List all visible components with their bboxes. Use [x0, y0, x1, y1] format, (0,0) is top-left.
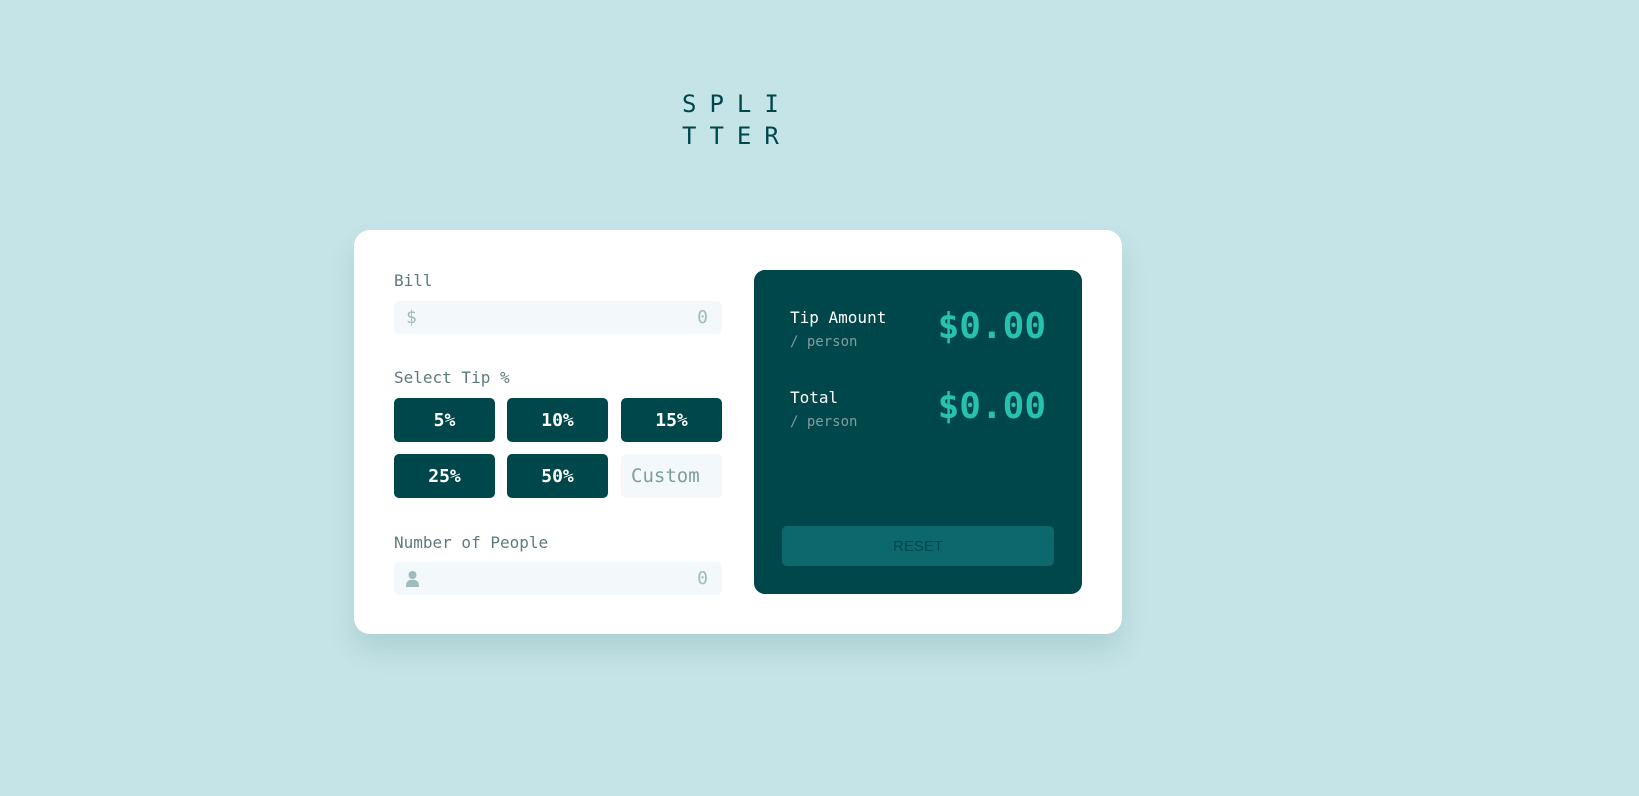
- tip-amount-value: $0.00: [937, 306, 1046, 347]
- people-field: [394, 562, 722, 595]
- tip-button-10[interactable]: 10%: [507, 398, 608, 442]
- bill-label: Bill: [394, 271, 433, 290]
- tip-button-15[interactable]: 15%: [621, 398, 722, 442]
- app-logo: SPLI TTER: [682, 88, 802, 152]
- total-value: $0.00: [937, 386, 1046, 427]
- tip-button-50[interactable]: 50%: [507, 454, 608, 498]
- reset-button[interactable]: RESET: [782, 526, 1054, 566]
- custom-tip-input[interactable]: [621, 454, 722, 498]
- select-tip-label: Select Tip %: [394, 368, 510, 387]
- tip-button-25[interactable]: 25%: [394, 454, 495, 498]
- tip-amount-title: Tip Amount: [790, 308, 887, 327]
- bill-input[interactable]: [428, 301, 708, 334]
- tip-amount-subtitle: / person: [790, 334, 858, 350]
- number-of-people-label: Number of People: [394, 533, 549, 552]
- results-panel: Tip Amount / person $0.00 Total / person…: [754, 270, 1082, 594]
- people-input[interactable]: [428, 562, 708, 595]
- bill-field: $: [394, 301, 722, 334]
- dollar-icon: $: [406, 307, 417, 328]
- person-icon: [406, 571, 419, 587]
- logo-line-1: SPLI: [682, 90, 792, 118]
- logo-line-2: TTER: [682, 122, 792, 150]
- total-subtitle: / person: [790, 414, 858, 430]
- total-title: Total: [790, 388, 839, 407]
- tip-button-5[interactable]: 5%: [394, 398, 495, 442]
